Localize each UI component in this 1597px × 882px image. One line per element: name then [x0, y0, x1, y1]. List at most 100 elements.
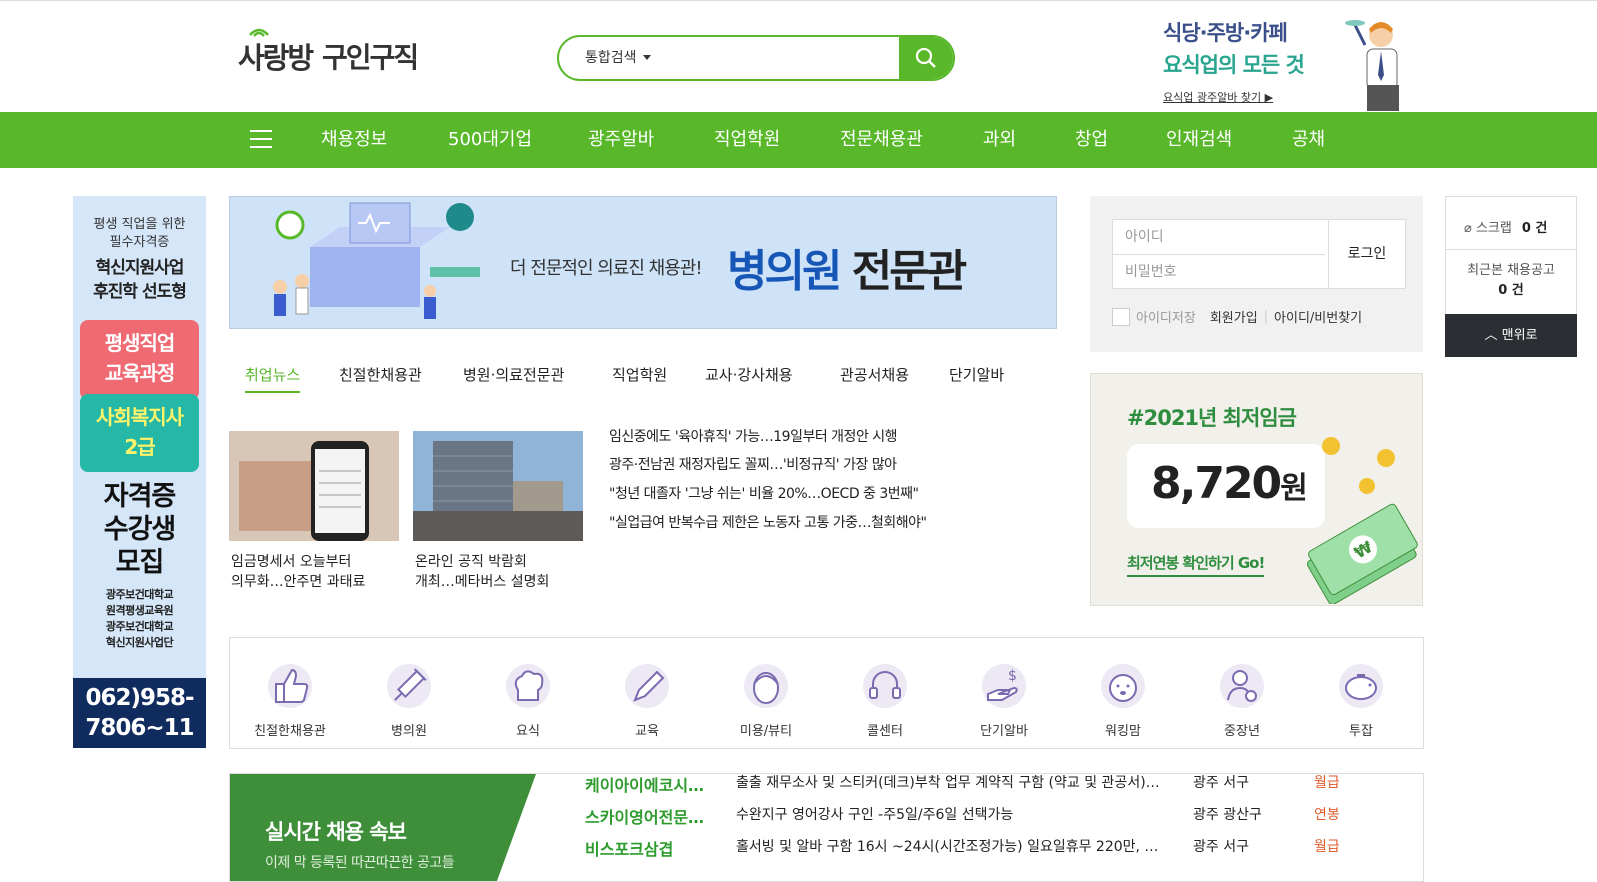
tab-public-office[interactable]: 관공서채용 — [840, 364, 909, 385]
search-scope-select[interactable]: 통합검색 — [559, 37, 659, 79]
tab-friendly-recruit[interactable]: 친절한채용관 — [339, 364, 422, 385]
category-label: 교육 — [635, 724, 659, 739]
nav-item-top500[interactable]: 500대기업 — [448, 112, 532, 168]
news-image-building[interactable] — [413, 431, 583, 541]
rt-location: 광주 서구 — [1193, 839, 1249, 855]
category-beauty[interactable]: 미용/뷰티 — [706, 638, 826, 750]
category-label: 미용/뷰티 — [739, 724, 793, 739]
waiter-illustration — [1345, 20, 1399, 111]
scroll-top-button[interactable]: ︿ 맨위로 — [1445, 314, 1577, 357]
search-input[interactable] — [659, 37, 899, 79]
category-education[interactable]: 교육 — [587, 638, 707, 750]
category-short-term[interactable]: $ 단기알바 — [944, 638, 1064, 750]
news-card-caption[interactable]: 온라인 공직 박람회 개최…메타버스 설명회 — [415, 552, 595, 592]
news-card-caption[interactable]: 임금명세서 오늘부터 의무화…안주면 과태료 — [231, 552, 411, 592]
category-middle-aged[interactable]: 중장년 — [1182, 638, 1302, 750]
news-caption-line: 임금명세서 오늘부터 — [231, 554, 352, 570]
nav-item-tutoring[interactable]: 과외 — [983, 112, 1016, 168]
nav-item-gwangju-parttime[interactable]: 광주알바 — [588, 112, 654, 168]
side-ad-big3: 모집 — [115, 547, 165, 578]
pencil-icon — [625, 664, 669, 708]
divider — [1446, 249, 1576, 250]
realtime-subheading: 이제 막 등록된 따끈따끈한 공고들 — [265, 855, 455, 871]
wage-amount-value: 8,720 — [1151, 458, 1282, 509]
banner-big-b: 전문관 — [851, 246, 967, 297]
realtime-row[interactable]: 케이아이에코시… 출출 재무소사 및 스티커(데크)부착 업무 계약직 구함 (… — [585, 774, 1415, 800]
tab-teacher-instructor[interactable]: 교사·강사채용 — [705, 364, 793, 385]
rt-pay: 월급 — [1314, 839, 1340, 855]
news-image-payslip[interactable] — [229, 431, 399, 541]
category-two-jobs[interactable]: 투잡 — [1301, 638, 1421, 750]
category-label: 병의원 — [391, 724, 427, 739]
medical-illustration — [273, 202, 480, 319]
category-label: 요식 — [516, 724, 540, 739]
signup-link[interactable]: 회원가입 — [1210, 307, 1258, 326]
payslip-photo — [229, 431, 399, 541]
tab-hospital-medical[interactable]: 병원·의료전문관 — [463, 364, 564, 385]
tab-academy[interactable]: 직업학원 — [612, 364, 667, 385]
rt-company[interactable]: 비스포크삼겹 — [585, 836, 720, 860]
remember-id-checkbox[interactable] — [1112, 307, 1130, 326]
piggy-bank-icon — [1339, 664, 1383, 708]
wage-heading: #2021년 최저임금 — [1127, 406, 1297, 430]
nav-item-academy[interactable]: 직업학원 — [714, 112, 780, 168]
side-ad-line3: 혁신지원사업 — [95, 258, 185, 278]
nav-item-public-recruit[interactable]: 공채 — [1292, 112, 1325, 168]
id-field[interactable]: 아이디 — [1113, 220, 1325, 255]
person-search-icon — [1220, 664, 1264, 708]
realtime-jobs: 실시간 채용 속보 이제 막 등록된 따끈따끈한 공고들 케이아이에코시… 출출… — [229, 773, 1424, 882]
category-friendly[interactable]: 친절한채용관 — [230, 638, 350, 750]
scrap-count: 0 건 — [1521, 221, 1548, 236]
search-button[interactable] — [899, 37, 953, 79]
hospital-banner[interactable]: 더 전문적인 의료진 채용관! 병의원 전문관 — [229, 196, 1057, 329]
category-food[interactable]: 요식 — [468, 638, 588, 750]
side-ad-phone-a: 062)958- — [85, 685, 194, 711]
rt-title[interactable]: 홀서빙 및 알바 구함 16시 ~24시(시간조정가능) 일요일휴무 220만,… — [736, 836, 1166, 856]
side-ad-box2-b: 2급 — [124, 435, 155, 459]
find-account-link[interactable]: 아이디/비번찾기 — [1274, 307, 1362, 326]
login-fields: 아이디 비밀번호 로그인 — [1112, 219, 1406, 289]
scrap-label: 스크랩 — [1475, 221, 1512, 236]
password-field[interactable]: 비밀번호 — [1113, 255, 1325, 290]
hamburger-menu-icon[interactable] — [250, 130, 272, 150]
news-headline[interactable]: 광주·전남권 재정자립도 꼴찌…'비정규직' 가장 많아 — [609, 454, 897, 474]
baby-icon — [1101, 664, 1145, 708]
nav-item-jobs[interactable]: 채용정보 — [321, 112, 387, 168]
recent-jobs[interactable]: 최근본 채용공고 0 건 — [1446, 261, 1576, 301]
paperclip-icon: ⌀ — [1464, 221, 1472, 236]
category-callcenter[interactable]: 콜센터 — [825, 638, 945, 750]
site-logo[interactable]: 사랑방 구인구직 — [238, 28, 419, 81]
rt-title[interactable]: 수완지구 영어강사 구인 -주5일/주6일 선택가능 — [736, 804, 1166, 824]
category-label: 친절한채용관 — [254, 724, 326, 739]
side-ad-box1-a: 평생직업 — [104, 331, 176, 355]
nav-item-talent-search[interactable]: 인재검색 — [1166, 112, 1232, 168]
category-hospital[interactable]: 병의원 — [349, 638, 469, 750]
tab-short-term[interactable]: 단기알바 — [949, 364, 1004, 385]
face-icon — [744, 664, 788, 708]
side-ad-banner[interactable]: 평생 직업을 위한 필수자격증 혁신지원사업 후진학 선도형 평생직업 교육과정 사회… — [73, 196, 206, 748]
category-label: 워킹맘 — [1105, 724, 1141, 739]
rt-title[interactable]: 출출 재무소사 및 스티커(데크)부착 업무 계약직 구함 (약교 및 관공서)… — [736, 774, 1166, 792]
tab-job-news[interactable]: 취업뉴스 — [245, 364, 301, 393]
wage-link[interactable]: 최저연봉 확인하기 Go! — [1127, 552, 1265, 577]
minimum-wage-ad[interactable]: #2021년 최저임금 8,720원 최저연봉 확인하기 Go! ₩ — [1090, 373, 1423, 606]
category-label: 투잡 — [1349, 724, 1373, 739]
rt-pay: 연봉 — [1314, 807, 1340, 823]
news-headline[interactable]: "청년 대졸자 '그냥 쉬는' 비율 20%…OECD 중 3번째" — [609, 483, 919, 503]
rt-location: 광주 서구 — [1193, 775, 1249, 791]
category-working-mom[interactable]: 워킹맘 — [1063, 638, 1183, 750]
login-button[interactable]: 로그인 — [1328, 220, 1405, 288]
nav-item-startup[interactable]: 창업 — [1075, 112, 1108, 168]
realtime-row[interactable]: 스카이영어전문… 수완지구 영어강사 구인 -주5일/주6일 선택가능 광주 광… — [585, 804, 1415, 832]
news-headline[interactable]: "실업급여 반복수급 제한은 노동자 고통 가중…철회해야" — [609, 512, 927, 532]
scrap-row[interactable]: ⌀ 스크랩 0 건 — [1464, 217, 1547, 236]
remember-id-label[interactable]: 아이디저장 — [1136, 307, 1196, 326]
nav-item-specialty[interactable]: 전문채용관 — [840, 112, 923, 168]
news-headline[interactable]: 임신중에도 '육아휴직' 가능…19일부터 개정안 시행 — [609, 426, 898, 446]
realtime-row[interactable]: 비스포크삼겹 홀서빙 및 알바 구함 16시 ~24시(시간조정가능) 일요일휴… — [585, 836, 1415, 864]
side-ad-phone: 062)958- 7806~11 — [73, 678, 206, 748]
category-label: 중장년 — [1224, 724, 1260, 739]
rt-company[interactable]: 스카이영어전문… — [585, 804, 720, 828]
restaurant-promo-banner[interactable]: 식당·주방·카페 요식업의 모든 것 요식업 광주알바 찾기 ▶ — [1163, 17, 1423, 113]
rt-company[interactable]: 케이아이에코시… — [585, 774, 720, 796]
